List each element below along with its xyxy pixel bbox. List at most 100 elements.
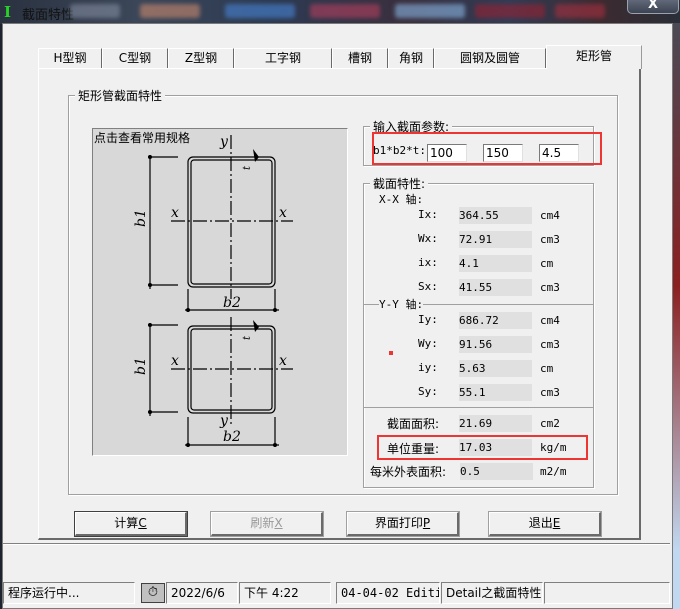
tab-angle-steel[interactable]: 角钢: [388, 48, 434, 68]
surface-area-label: 每米外表面积:: [370, 465, 447, 479]
separator: [3, 543, 670, 545]
area-unit: cm2: [540, 417, 560, 430]
ix-value: 364.55: [459, 207, 532, 224]
dim-label-b2: b2: [223, 295, 241, 311]
properties-title: 截面特性:: [370, 175, 429, 192]
dim-label-b1: b1: [133, 209, 149, 227]
surface-area-unit: m2/m: [540, 465, 567, 478]
iy-radius-unit: cm: [540, 362, 554, 375]
button-label: 界面打印: [374, 516, 423, 530]
tube-inner-outline: [190, 159, 273, 285]
wx-unit: cm3: [540, 233, 560, 246]
ix-radius-label: ix:: [418, 256, 438, 269]
blurred-taskbar-item: [555, 4, 605, 18]
rect-tube-drawing: y x x b1 b2 t x x b1 y b2 t: [133, 134, 293, 447]
red-marker: [389, 351, 393, 355]
highlight-box-weight: [377, 435, 588, 460]
dim-tick: [148, 155, 152, 159]
status-edition: 04-04-02 Edition: [336, 582, 440, 604]
button-label: 刷新: [250, 516, 275, 530]
dim-label-t: t: [242, 335, 253, 340]
tab-rectangular-tube[interactable]: 矩形管: [546, 45, 642, 69]
axis-label-x: x: [279, 353, 287, 369]
dim-label-b1: b1: [133, 357, 149, 375]
highlight-box-input: [372, 132, 602, 165]
tab-label: 矩形管: [575, 49, 612, 63]
dim-tick: [273, 443, 277, 447]
yy-axis-label: Y-Y 轴:: [379, 296, 424, 312]
status-bar: 程序运行中... ⏱ 2022/6/6 下午 4:22 04-04-02 Edi…: [3, 582, 670, 604]
accelerator-key: P: [422, 516, 431, 530]
wy-value: 91.56: [459, 336, 532, 353]
ix-radius-value: 4.1: [459, 255, 532, 272]
tab-round-steel-pipe[interactable]: 圆钢及圆管: [434, 48, 546, 68]
area-value: 21.69: [459, 415, 532, 432]
dim-tick: [273, 308, 277, 312]
calculate-button[interactable]: 计算C: [74, 511, 188, 537]
accelerator-key: X: [274, 516, 283, 530]
section-diagram[interactable]: 点击查看常用规格 y x x b1 b2 t x x b1 y b2 t: [92, 128, 348, 456]
wy-unit: cm3: [540, 338, 560, 351]
iy-unit: cm4: [540, 314, 560, 327]
axis-label-x: x: [171, 205, 179, 221]
tab-z-steel[interactable]: Z型钢: [168, 48, 234, 68]
blurred-taskbar-item: [140, 4, 200, 18]
stopwatch-icon[interactable]: ⏱: [141, 583, 165, 603]
dim-label-b2: b2: [223, 429, 241, 445]
status-text: 程序运行中...: [3, 582, 135, 604]
surface-area-value: 0.5: [460, 463, 533, 480]
blurred-taskbar-item: [475, 4, 545, 18]
sy-label: Sy:: [418, 385, 438, 398]
tab-label: 圆钢及圆管: [459, 51, 520, 65]
tab-channel-steel[interactable]: 槽钢: [332, 48, 388, 68]
blurred-taskbar-item: [225, 4, 295, 18]
wy-label: Wy:: [418, 337, 438, 350]
axis-label-y: y: [219, 134, 229, 150]
ix-radius-unit: cm: [540, 257, 554, 270]
tab-h-steel[interactable]: H型钢: [38, 48, 102, 68]
blurred-taskbar-item: [70, 4, 120, 18]
blurred-taskbar-item: [395, 4, 465, 18]
button-label: 退出: [528, 516, 553, 530]
wx-value: 72.91: [459, 231, 532, 248]
button-label: 计算: [114, 516, 139, 530]
dim-label-t: t: [242, 165, 253, 170]
tab-label: 角钢: [398, 51, 423, 65]
status-time: 下午 4:22: [239, 582, 331, 604]
tab-label: Z型钢: [184, 51, 218, 65]
close-button[interactable]: X: [627, 0, 679, 14]
status-module: Detail之截面特性: [441, 582, 543, 604]
print-button[interactable]: 界面打印P: [346, 511, 460, 537]
iy-radius-value: 5.63: [459, 360, 532, 377]
status-extra: [544, 582, 670, 604]
wx-label: Wx:: [418, 232, 438, 245]
ix-label: Ix:: [418, 208, 438, 221]
exit-button[interactable]: 退出E: [488, 511, 602, 537]
sy-unit: cm3: [540, 386, 560, 399]
refresh-button[interactable]: 刷新X: [210, 511, 324, 537]
dim-tick: [148, 283, 152, 287]
tab-label: C型钢: [118, 51, 152, 65]
accelerator-key: C: [138, 516, 147, 530]
tab-i-beam[interactable]: 工字钢: [234, 48, 332, 68]
sx-value: 41.55: [459, 279, 532, 296]
ix-unit: cm4: [540, 209, 560, 222]
group-title: 矩形管截面特性: [75, 87, 166, 104]
accelerator-key: E: [552, 516, 561, 530]
iy-radius-label: iy:: [418, 361, 438, 374]
window-title: 截面特性: [22, 8, 75, 23]
tab-label: 槽钢: [347, 51, 372, 65]
axis-label-x: x: [279, 205, 287, 221]
title-bar: I 截面特性 X: [0, 0, 680, 24]
iy-value: 686.72: [459, 312, 532, 329]
tab-label: 工字钢: [264, 51, 301, 65]
sx-unit: cm3: [540, 281, 560, 294]
sy-value: 55.1: [459, 384, 532, 401]
background-edge: [673, 23, 680, 609]
dim-tick: [186, 443, 190, 447]
tab-label: H型钢: [53, 51, 87, 65]
sx-label: Sx:: [418, 280, 438, 293]
blurred-taskbar-item: [310, 4, 380, 18]
dim-tick: [148, 410, 152, 414]
tab-c-steel[interactable]: C型钢: [102, 48, 168, 68]
